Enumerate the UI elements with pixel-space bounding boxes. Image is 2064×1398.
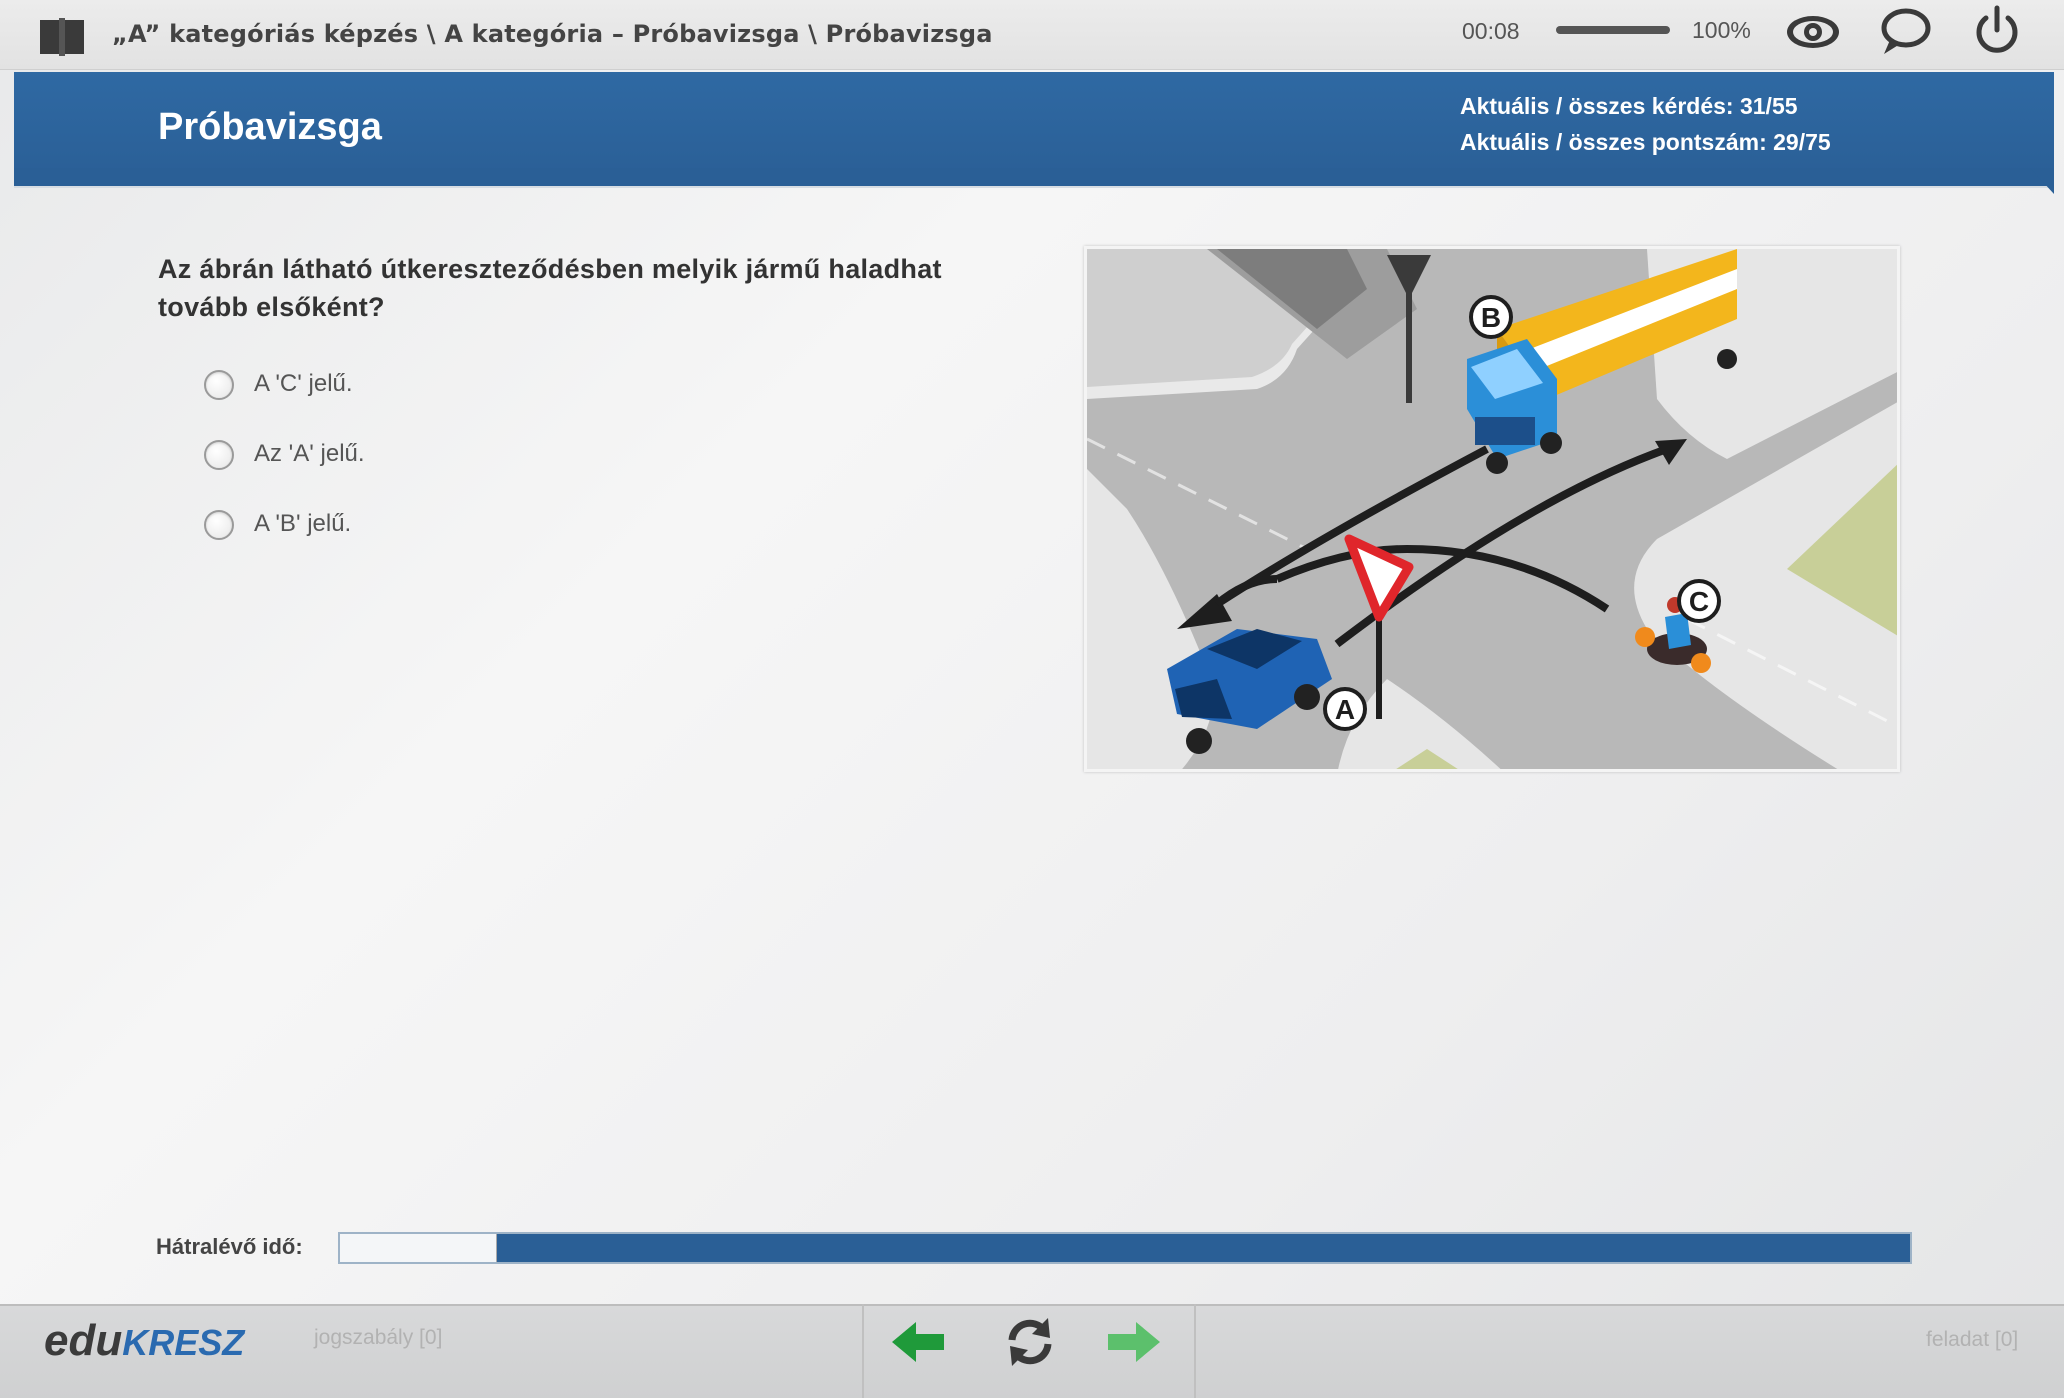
zoom-slider[interactable] [1556, 26, 1670, 34]
arrow-left-icon[interactable] [886, 1312, 950, 1372]
radio-button[interactable] [204, 440, 234, 470]
power-icon[interactable] [1968, 4, 2026, 60]
arrow-right-icon[interactable] [1102, 1312, 1166, 1372]
score-counter: Aktuális / összes pontszám: 29/75 [1460, 129, 1831, 155]
logo-kresz: KRESZ [122, 1322, 245, 1363]
intersection-illustration: B C A [1084, 246, 1900, 772]
remaining-time-elapsed [340, 1234, 497, 1262]
elapsed-timer: 00:08 [1462, 18, 1520, 44]
question-text: Az ábrán látható útkereszteződésben mely… [158, 254, 942, 322]
radio-button[interactable] [204, 510, 234, 540]
header-corner [2030, 168, 2054, 194]
remaining-time-label: Hátralévő idő: [156, 1234, 303, 1259]
edukresz-logo: eduKRESZ [44, 1316, 244, 1366]
figure-label-c: C [1689, 586, 1709, 617]
answer-label: A 'C' jelű. [254, 370, 353, 397]
remaining-time-bar [338, 1232, 1912, 1264]
chat-icon[interactable] [1876, 4, 1934, 60]
header-stripe [14, 168, 2054, 186]
answer-label: A 'B' jelű. [254, 510, 352, 537]
page-title: Próbavizsga [158, 106, 382, 148]
exam-stats: Aktuális / összes kérdés: 31/55 Aktuális… [1460, 88, 1831, 160]
figure-label-b: B [1481, 302, 1501, 333]
law-link[interactable]: jogszabály [0] [314, 1326, 442, 1350]
question-counter: Aktuális / összes kérdés: 31/55 [1460, 93, 1798, 119]
eye-icon[interactable] [1784, 4, 1842, 60]
reload-icon[interactable] [998, 1312, 1062, 1372]
task-link[interactable]: feladat [0] [1926, 1328, 2018, 1352]
radio-button[interactable] [204, 370, 234, 400]
zoom-value: 100% [1692, 17, 1751, 43]
figure-label-a: A [1335, 694, 1355, 725]
logo-edu: edu [44, 1316, 123, 1365]
breadcrumb: „A” kategóriás képzés \ A kategória – Pr… [112, 20, 993, 48]
book-icon[interactable] [38, 16, 86, 58]
answer-label: Az 'A' jelű. [254, 440, 365, 467]
